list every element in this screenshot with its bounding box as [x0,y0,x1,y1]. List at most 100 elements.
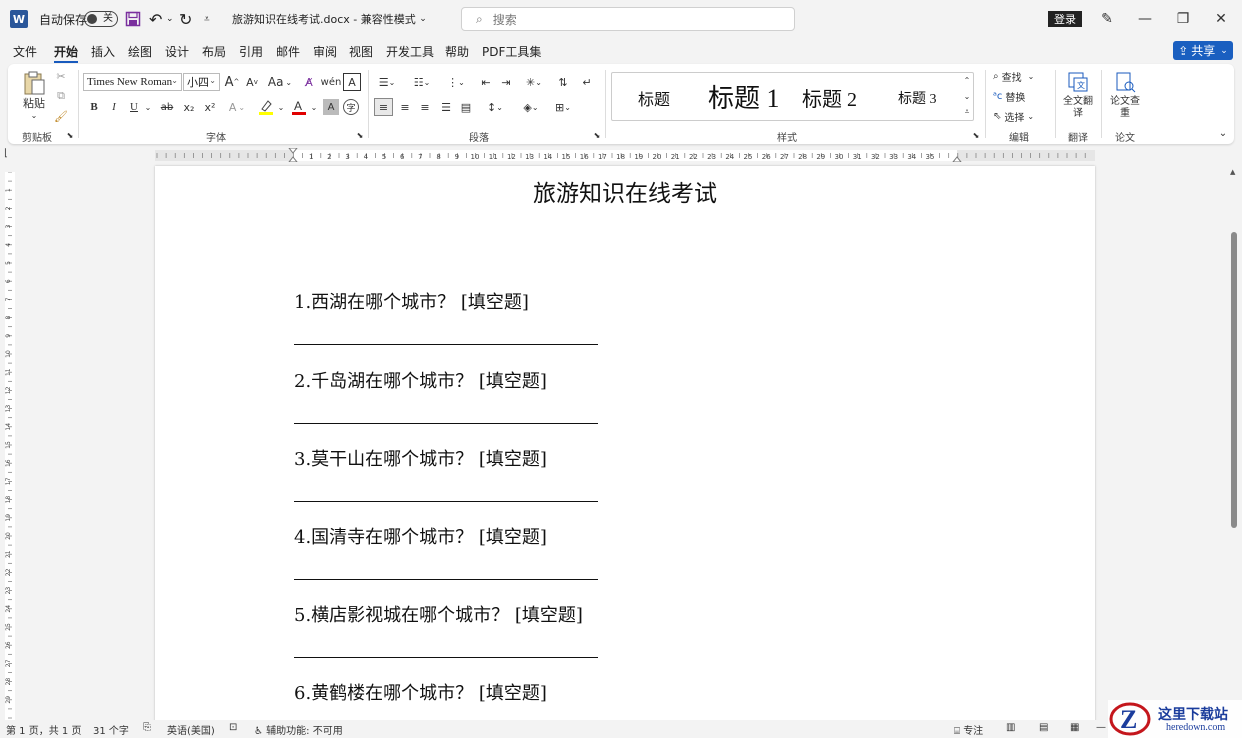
bullets-icon[interactable]: ☰ ⌄ [374,73,400,91]
decrease-indent-icon[interactable]: ⇤ [477,73,495,91]
copy-icon[interactable]: ⧉ [53,88,69,104]
horizontal-ruler[interactable]: 1 2 3 4 5 6 7 8 9 10 11 12 13 14 15 16 17 18 19 20 21 22 23 24 2… [155,148,1095,162]
print-layout-icon[interactable]: ▤ [1039,722,1048,733]
character-border-icon[interactable]: A [343,73,361,91]
close-button[interactable]: ✕ [1202,0,1240,38]
clear-formatting-icon[interactable]: A̸ [300,73,318,91]
word-count[interactable]: 31 个字 [93,722,129,737]
text-effects-icon[interactable]: A ⌄ [224,99,250,115]
zoom-out-icon[interactable]: — [1096,722,1106,733]
font-name-combo[interactable]: Times New Roman ⌄ [83,73,182,91]
scroll-up-icon[interactable]: ▲ [1230,168,1235,176]
styles-more-icon[interactable]: ⩡ [961,105,973,119]
show-formatting-icon[interactable]: ↵ [578,73,596,91]
asian-layout-icon[interactable]: ✳ ⌄ [521,73,547,91]
format-painter-icon[interactable]: 🖌 [53,108,69,124]
collapse-ribbon-icon[interactable]: ⌄ [1216,127,1230,139]
styles-scroll-up-icon[interactable]: ⌃ [961,73,973,87]
redo-icon[interactable]: ↻ [179,0,192,38]
increase-indent-icon[interactable]: ⇥ [497,73,515,91]
tab-mailings[interactable]: 邮件 [276,43,300,60]
share-button[interactable]: ⇪ 共享 ⌄ [1173,41,1233,60]
login-button[interactable]: 登录 [1048,11,1082,27]
italic-button[interactable]: I [106,99,122,115]
document-title[interactable]: 旅游知识在线考试.docx - 兼容性模式 ⌄ [232,0,427,38]
save-icon[interactable] [125,0,141,38]
style-heading-3[interactable]: 标题 3 [898,88,937,108]
paper-check-button[interactable]: 论文查重 [1109,95,1141,121]
paste-button[interactable]: 粘贴 [22,96,46,110]
dialog-launcher-icon[interactable]: ⬊ [972,131,980,140]
web-layout-icon[interactable]: ▦ [1070,722,1079,733]
dialog-launcher-icon[interactable]: ⬊ [593,131,601,140]
tab-help[interactable]: 帮助 [445,43,469,60]
grow-font-button[interactable]: A ^ [223,73,241,91]
chevron-down-icon[interactable]: ⌄ [276,99,286,115]
tab-home[interactable]: 开始 [54,43,79,63]
read-mode-icon[interactable]: ▥ [1006,722,1015,733]
tab-review[interactable]: 审阅 [313,43,337,60]
highlight-icon[interactable] [257,98,275,116]
pen-icon[interactable]: ✎ [1088,0,1126,38]
subscript-button[interactable]: x₂ [180,99,198,115]
chevron-down-icon[interactable]: ⌄ [28,110,40,120]
macro-icon[interactable]: ⊡ [229,722,237,733]
language-indicator[interactable]: 英语(美国) [167,722,215,737]
underline-button[interactable]: U [126,99,142,115]
tab-layout[interactable]: 布局 [202,43,226,60]
focus-mode[interactable]: ⌸ 专注 [954,722,983,737]
tab-pdf-tools[interactable]: PDF工具集 [482,43,541,60]
replace-button[interactable]: ᵃc 替换 [993,88,1047,104]
restore-button[interactable]: ❐ [1164,0,1202,38]
undo-icon[interactable]: ↶ [149,0,162,38]
tab-references[interactable]: 引用 [239,43,263,60]
align-left-button[interactable]: ≡ [374,98,393,116]
search-input[interactable]: ⌕ 搜索 [461,7,795,31]
tab-selector-icon[interactable]: ⌊ [4,148,16,162]
multilevel-list-icon[interactable]: ⋮ ⌄ [442,73,470,91]
style-title[interactable]: 标题 [638,86,670,110]
style-heading-1[interactable]: 标题 1 [708,78,780,115]
proofing-icon[interactable]: ⎘ [143,722,151,733]
change-case-button[interactable]: Aa ⌄ [266,73,294,91]
paste-icon[interactable] [20,70,48,96]
align-center-button[interactable]: ≡ [396,98,414,116]
customize-toolbar-icon[interactable]: ⩡ [204,0,210,38]
minimize-button[interactable]: — [1126,0,1164,38]
phonetic-guide-icon[interactable]: wén [321,73,342,91]
borders-icon[interactable]: ⊞ ⌄ [549,98,577,116]
styles-scroll-down-icon[interactable]: ⌄ [961,89,973,103]
enclose-characters-icon[interactable]: 字 [343,99,359,115]
undo-dropdown-icon[interactable]: ⌄ [166,0,174,38]
paper-check-icon[interactable] [1113,70,1137,94]
style-heading-2[interactable]: 标题 2 [802,83,857,112]
character-shading-icon[interactable]: A [323,99,339,115]
distributed-button[interactable]: ▤ [457,98,475,116]
vertical-ruler[interactable]: 1234567891011121314151617181920212223242… [4,172,16,720]
tab-developer[interactable]: 开发工具 [386,43,434,60]
dialog-launcher-icon[interactable]: ⬊ [356,131,364,140]
justify-button[interactable]: ☰ [437,98,455,116]
tab-view[interactable]: 视图 [349,43,373,60]
shrink-font-button[interactable]: Av [243,73,261,91]
full-translate-button[interactable]: 全文翻译 [1062,95,1094,121]
tab-design[interactable]: 设计 [165,43,189,60]
font-size-combo[interactable]: 小四 ⌄ [183,73,220,91]
autosave-toggle[interactable]: 关 [84,0,118,38]
shading-icon[interactable]: ◈ ⌄ [517,98,545,116]
sort-icon[interactable]: ⇅ [554,73,572,91]
cut-icon[interactable]: ✂ [53,68,69,84]
tab-insert[interactable]: 插入 [91,43,115,60]
scrollbar-thumb[interactable] [1231,232,1237,528]
chevron-down-icon[interactable]: ⌄ [309,99,319,115]
bold-button[interactable]: B [86,99,102,115]
chevron-down-icon[interactable]: ⌄ [143,99,153,115]
align-right-button[interactable]: ≡ [416,98,434,116]
superscript-button[interactable]: x² [201,99,219,115]
document-page[interactable]: 旅游知识在线考试 1.西湖在哪个城市？ [填空题] 2.千岛湖在哪个城市？ [填… [155,166,1095,722]
page-count[interactable]: 第 1 页，共 1 页 [6,722,81,737]
tab-file[interactable]: 文件 [13,43,37,60]
select-button[interactable]: ⇖ 选择 ⌄ [993,108,1047,124]
numbering-icon[interactable]: ☷ ⌄ [408,73,436,91]
find-button[interactable]: ⌕ 查找 ⌄ [993,68,1047,84]
